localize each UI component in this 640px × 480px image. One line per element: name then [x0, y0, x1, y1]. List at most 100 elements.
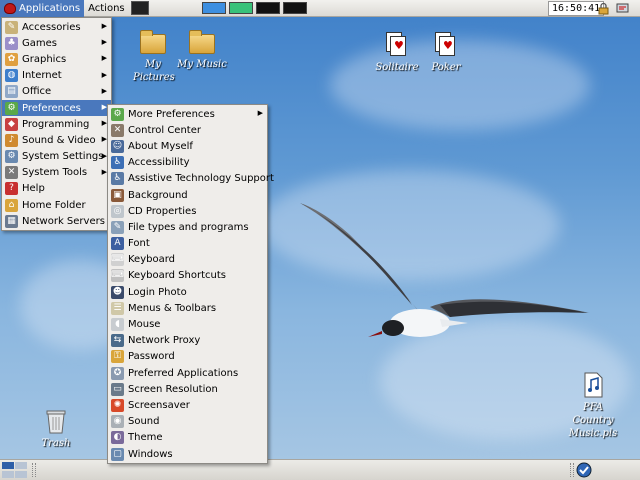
menu-item-preferred-applications[interactable]: ✪ Preferred Applications — [108, 365, 267, 381]
menu-item-cd-properties[interactable]: ◎ CD Properties — [108, 203, 267, 219]
terminal-launcher-icon[interactable] — [130, 1, 149, 15]
submenu-arrow-icon: ▶ — [101, 86, 107, 95]
menu-item-label: Password — [128, 351, 175, 363]
menu-item-screen-resolution[interactable]: ▭ Screen Resolution — [108, 381, 267, 397]
workspace-3-switcher[interactable] — [255, 2, 280, 14]
trash-desktop-icon[interactable]: Trash — [21, 408, 91, 450]
menu-item-sound-video[interactable]: ♪ Sound & Video ▶ — [2, 132, 111, 148]
update-checkmark-icon[interactable] — [576, 462, 592, 478]
menu-item-file-types-and-programs[interactable]: ✎ File types and programs — [108, 219, 267, 235]
menu-item-keyboard[interactable]: ⌨ Keyboard — [108, 252, 267, 268]
lock-icon[interactable] — [597, 2, 610, 15]
menu-item-home-folder[interactable]: ⌂ Home Folder — [2, 197, 111, 213]
menu-item-accessories[interactable]: ✎ Accessories ▶ — [2, 19, 111, 35]
menu-item-label: Sound & Video — [22, 134, 96, 146]
home-folder-icon: ⌂ — [5, 198, 18, 212]
menu-item-theme[interactable]: ◐ Theme — [108, 430, 267, 446]
applications-menu-button[interactable]: Applications — [0, 0, 85, 17]
playlist-desktop-icon[interactable]: PFA Country Music.pls — [558, 372, 628, 440]
menu-item-about-myself[interactable]: ☺ About Myself — [108, 138, 267, 154]
menu-item-mouse[interactable]: ◖ Mouse — [108, 316, 267, 332]
workspace-1-switcher[interactable] — [201, 2, 226, 14]
menu-item-label: Home Folder — [22, 199, 86, 211]
menu-item-label: Assistive Technology Support — [128, 173, 274, 185]
menu-item-label: Screen Resolution — [128, 383, 218, 395]
menu-item-screensaver[interactable]: ✺ Screensaver — [108, 397, 267, 413]
menu-item-office[interactable]: ▤ Office ▶ — [2, 84, 111, 100]
poker-desktop-icon[interactable]: Poker — [411, 32, 481, 74]
menu-item-label: Accessibility — [128, 157, 190, 169]
menu-item-label: Keyboard Shortcuts — [128, 270, 226, 282]
menu-item-label: File types and programs — [128, 221, 249, 233]
file-types-icon: ✎ — [111, 220, 124, 234]
network-proxy-icon: ⇆ — [111, 334, 124, 348]
trash-label: Trash — [41, 438, 71, 449]
network-status-icon[interactable] — [616, 2, 629, 15]
menu-item-label: Preferred Applications — [128, 367, 239, 379]
menu-item-internet[interactable]: ◍ Internet ▶ — [2, 68, 111, 84]
keyboard-shortcuts-icon: ⌨ — [111, 269, 124, 283]
sound-icon: ◉ — [111, 415, 124, 429]
taskbar-handle-right[interactable] — [570, 463, 574, 477]
clock[interactable]: 16:50:41 — [548, 1, 605, 16]
workspace-2-switcher[interactable] — [228, 2, 253, 14]
control-center-icon: ✕ — [111, 123, 124, 137]
system-tools-icon: ✕ — [5, 166, 18, 180]
folder-icon — [189, 30, 215, 54]
menu-item-system-tools[interactable]: ✕ System Tools ▶ — [2, 165, 111, 181]
menu-item-accessibility[interactable]: ♿ Accessibility — [108, 155, 267, 171]
login-photo-icon: ☻ — [111, 285, 124, 299]
my-music-label: My Music — [177, 59, 227, 70]
my-music-desktop-icon[interactable]: My Music — [167, 30, 237, 71]
menu-item-network-servers[interactable]: ▦ Network Servers — [2, 213, 111, 229]
menu-item-label: Login Photo — [128, 286, 187, 298]
menu-item-label: Accessories — [22, 21, 81, 33]
font-icon: A — [111, 237, 124, 251]
menu-item-games[interactable]: ♣ Games ▶ — [2, 35, 111, 51]
applications-label: Applications — [19, 2, 81, 14]
menu-item-network-proxy[interactable]: ⇆ Network Proxy — [108, 333, 267, 349]
applications-menu: ✎ Accessories ▶ ♣ Games ▶ ✿ Graphics ▶ ◍ Internet ▶… — [1, 17, 112, 232]
show-desktop-button[interactable] — [2, 462, 28, 478]
actions-menu-button[interactable]: Actions — [84, 0, 129, 17]
menu-item-font[interactable]: A Font — [108, 236, 267, 252]
taskbar-handle[interactable] — [32, 463, 36, 477]
menu-item-control-center[interactable]: ✕ Control Center — [108, 122, 267, 138]
menu-item-label: System Settings — [22, 151, 104, 163]
menu-item-windows[interactable]: ▢ Windows — [108, 446, 267, 462]
office-icon: ▤ — [5, 85, 18, 99]
menu-item-system-settings[interactable]: ⚙ System Settings ▶ — [2, 149, 111, 165]
submenu-arrow-icon: ▶ — [257, 109, 263, 117]
menu-item-label: Preferences — [22, 102, 81, 114]
games-icon: ♣ — [5, 36, 18, 50]
menu-item-more-preferences[interactable]: ⚙ More Preferences ▶ — [108, 106, 267, 122]
menu-item-label: Programming — [22, 118, 90, 130]
assistive-technology-icon: ♿ — [111, 172, 124, 186]
menu-item-password[interactable]: ⚿ Password — [108, 349, 267, 365]
menu-item-login-photo[interactable]: ☻ Login Photo — [108, 284, 267, 300]
menu-item-assistive-technology-support[interactable]: ♿ Assistive Technology Support — [108, 171, 274, 187]
preferences-submenu: ⚙ More Preferences ▶ ✕ Control Center ☺ About … — [107, 104, 274, 465]
menu-item-label: CD Properties — [128, 205, 197, 217]
workspace-4-switcher[interactable] — [282, 2, 307, 14]
menu-item-label: Screensaver — [128, 399, 190, 411]
menu-item-label: Control Center — [128, 124, 201, 136]
menu-item-label: About Myself — [128, 140, 193, 152]
about-myself-icon: ☺ — [111, 139, 124, 153]
menu-item-label: Graphics — [22, 53, 67, 65]
trash-icon — [46, 410, 66, 434]
menu-item-label: System Tools — [22, 167, 88, 179]
redhat-logo-icon — [4, 2, 16, 14]
menu-item-help[interactable]: ? Help — [2, 181, 111, 197]
network-servers-icon: ▦ — [5, 214, 18, 228]
menu-item-menus-toolbars[interactable]: ☰ Menus & Toolbars — [108, 300, 267, 316]
cd-icon: ◎ — [111, 204, 124, 218]
menu-item-label: Menus & Toolbars — [128, 302, 217, 314]
theme-icon: ◐ — [111, 431, 124, 445]
menu-item-preferences[interactable]: ⚙ Preferences ▶ — [2, 99, 111, 117]
menu-item-programming[interactable]: ◆ Programming ▶ — [2, 116, 111, 132]
menu-item-sound[interactable]: ◉ Sound — [108, 414, 267, 430]
menu-item-background[interactable]: ▣ Background — [108, 187, 267, 203]
menu-item-keyboard-shortcuts[interactable]: ⌨ Keyboard Shortcuts — [108, 268, 267, 284]
menu-item-graphics[interactable]: ✿ Graphics ▶ — [2, 51, 111, 67]
